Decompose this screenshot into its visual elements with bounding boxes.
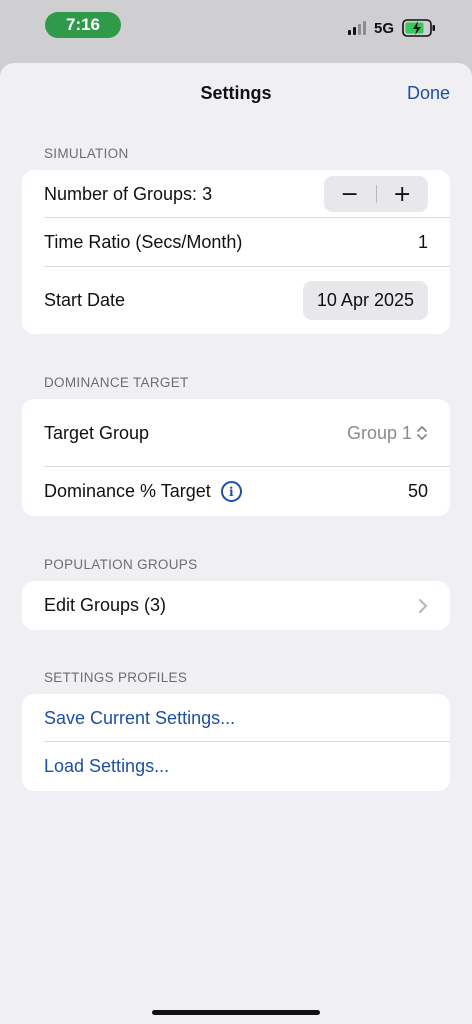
- dominance-group: Target Group Group 1 Dominance % Target …: [22, 399, 450, 516]
- target-group-value: Group 1: [346, 422, 412, 443]
- target-percent-label: Dominance % Target: [44, 481, 211, 501]
- start-date-picker[interactable]: 10 Apr 2025: [302, 281, 428, 320]
- done-button[interactable]: Done: [407, 83, 450, 104]
- page-title: Settings: [200, 83, 272, 103]
- status-bar: 7:16 5G: [0, 0, 472, 58]
- home-indicator[interactable]: [152, 1010, 320, 1015]
- target-group-picker[interactable]: Group 1: [347, 423, 428, 444]
- target-group-label: Target Group: [44, 422, 150, 443]
- edit-groups-label: Edit Groups (3): [44, 595, 167, 615]
- settings-sheet: Settings Done SIMULATION Number of Group…: [0, 63, 472, 1024]
- section-header-population: POPULATION GROUPS: [44, 557, 198, 572]
- time-ratio-label: Time Ratio (Secs/Month): [44, 232, 243, 252]
- target-group-row[interactable]: Target Group Group 1: [22, 399, 450, 467]
- edit-groups-row[interactable]: Edit Groups (3): [22, 581, 450, 630]
- profiles-group: Save Current Settings... Load Settings..…: [22, 694, 450, 791]
- target-percent-label-group: Dominance % Target i: [44, 481, 242, 502]
- chevron-right-icon: [419, 598, 427, 613]
- decrement-button[interactable]: −: [324, 176, 376, 212]
- target-percent-value[interactable]: 50: [408, 481, 428, 502]
- network-label: 5G: [373, 19, 394, 37]
- time-ratio-value[interactable]: 1: [418, 232, 428, 253]
- signal-icon: [347, 21, 366, 35]
- status-time: 7:16: [45, 12, 121, 38]
- section-header-simulation: SIMULATION: [44, 146, 129, 161]
- start-date-row: Start Date 10 Apr 2025: [22, 267, 450, 334]
- load-settings-button[interactable]: Load Settings...: [22, 742, 450, 791]
- increment-button[interactable]: +: [377, 176, 429, 212]
- population-group: Edit Groups (3): [22, 581, 450, 630]
- simulation-group: Number of Groups: 3 − + Time Ratio (Secs…: [22, 170, 450, 334]
- groups-row: Number of Groups: 3 − +: [22, 170, 450, 218]
- section-header-dominance: DOMINANCE TARGET: [44, 375, 189, 390]
- groups-label: Number of Groups: 3: [44, 183, 213, 204]
- start-date-label: Start Date: [44, 290, 126, 310]
- time-ratio-row[interactable]: Time Ratio (Secs/Month) 1: [22, 218, 450, 267]
- info-icon[interactable]: i: [220, 481, 242, 502]
- chevron-up-down-icon: [417, 426, 427, 440]
- groups-stepper: − +: [324, 176, 428, 212]
- target-percent-row: Dominance % Target i 50: [22, 467, 450, 516]
- status-indicators: 5G: [347, 18, 436, 38]
- battery-charging-icon: [402, 19, 435, 37]
- section-header-profiles: SETTINGS PROFILES: [44, 670, 188, 685]
- save-settings-button[interactable]: Save Current Settings...: [22, 694, 450, 742]
